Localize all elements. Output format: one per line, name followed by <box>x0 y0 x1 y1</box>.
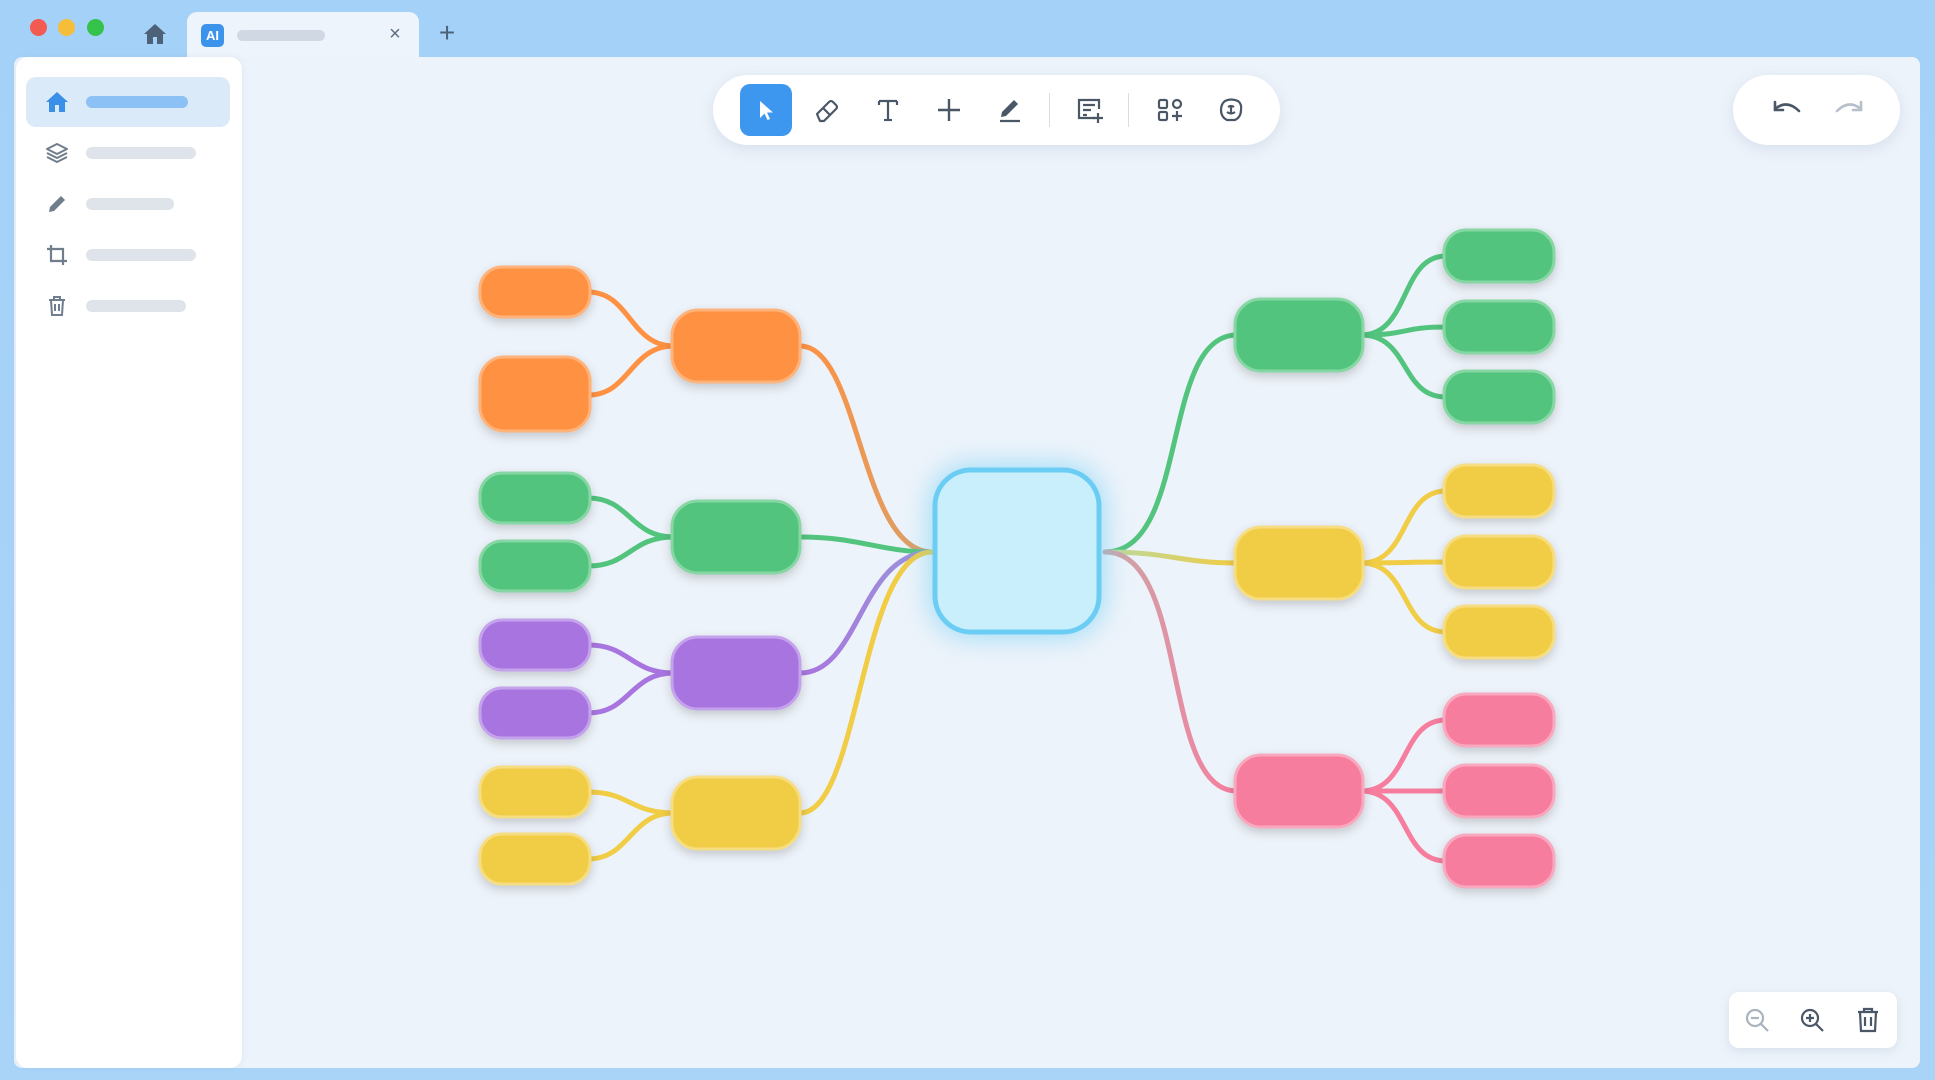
new-tab-button[interactable]: + <box>432 18 462 48</box>
app-window: AI × + <box>0 0 1935 1080</box>
note-tool-button[interactable] <box>1064 84 1116 136</box>
home-tab-button[interactable] <box>140 19 170 49</box>
text-icon <box>877 99 899 122</box>
redo-icon <box>1835 100 1863 113</box>
ai-brain-icon <box>1219 98 1243 122</box>
close-window-button[interactable] <box>30 19 47 36</box>
leaf-node-orange[interactable] <box>478 265 592 319</box>
sidebar-item-label <box>86 300 186 312</box>
branch-node-green[interactable] <box>1233 297 1365 373</box>
leaf-node-yellow[interactable] <box>1442 534 1556 590</box>
components-icon <box>1157 98 1183 122</box>
leaf-node-green[interactable] <box>478 539 592 593</box>
note-add-icon <box>1077 98 1103 123</box>
sidebar <box>16 57 242 1068</box>
toolbar-divider <box>1128 93 1129 127</box>
zoom-controls <box>1729 992 1897 1048</box>
leaf-node-yellow[interactable] <box>1442 604 1556 660</box>
maximize-window-button[interactable] <box>87 19 104 36</box>
sidebar-item-label <box>86 147 196 159</box>
home-icon <box>144 24 166 44</box>
branch-node-purple[interactable] <box>670 635 802 711</box>
leaf-node-green[interactable] <box>478 471 592 525</box>
sidebar-item-layers[interactable] <box>26 128 230 178</box>
history-controls <box>1733 75 1900 145</box>
trash-icon <box>44 293 70 319</box>
select-tool-button[interactable] <box>740 84 792 136</box>
minimize-window-button[interactable] <box>58 19 75 36</box>
leaf-node-green[interactable] <box>1442 228 1556 284</box>
branch-node-green[interactable] <box>670 499 802 575</box>
cursor-icon <box>760 101 773 120</box>
sidebar-item-label <box>86 198 174 210</box>
zoom-out-icon <box>1745 1008 1769 1032</box>
delete-button[interactable] <box>1852 1004 1884 1036</box>
leaf-node-yellow[interactable] <box>478 832 592 886</box>
toolbar-divider <box>1049 93 1050 127</box>
add-tool-button[interactable] <box>923 84 975 136</box>
home-icon <box>44 89 70 115</box>
branch-node-yellow[interactable] <box>1233 525 1365 601</box>
leaf-node-orange[interactable] <box>478 355 592 433</box>
trash-icon <box>1858 1007 1878 1033</box>
pen-tool-button[interactable] <box>984 84 1036 136</box>
zoom-in-icon <box>1800 1008 1824 1032</box>
central-node[interactable] <box>932 467 1102 635</box>
ai-badge-icon: AI <box>201 24 224 47</box>
tab-title <box>237 30 325 41</box>
zoom-out-button[interactable] <box>1741 1004 1773 1036</box>
layers-icon <box>44 140 70 166</box>
browser-tab[interactable]: AI × <box>187 12 419 58</box>
sidebar-item-trash[interactable] <box>26 281 230 331</box>
zoom-in-button[interactable] <box>1796 1004 1828 1036</box>
leaf-node-purple[interactable] <box>478 618 592 672</box>
components-tool-button[interactable] <box>1144 84 1196 136</box>
sidebar-item-label <box>86 96 188 108</box>
eraser-icon <box>815 99 839 123</box>
leaf-node-pink[interactable] <box>1442 833 1556 889</box>
text-tool-button[interactable] <box>862 84 914 136</box>
sidebar-item-crop[interactable] <box>26 230 230 280</box>
branch-node-pink[interactable] <box>1233 753 1365 829</box>
tab-close-button[interactable]: × <box>383 22 407 46</box>
branch-node-yellow[interactable] <box>670 775 802 851</box>
leaf-node-yellow[interactable] <box>1442 463 1556 519</box>
leaf-node-pink[interactable] <box>1442 692 1556 748</box>
plus-icon <box>938 99 960 121</box>
eraser-tool-button[interactable] <box>801 84 853 136</box>
leaf-node-pink[interactable] <box>1442 763 1556 819</box>
sidebar-item-home[interactable] <box>26 77 230 127</box>
pencil-icon <box>44 191 70 217</box>
undo-button[interactable] <box>1769 92 1805 128</box>
crop-icon <box>44 242 70 268</box>
leaf-node-purple[interactable] <box>478 686 592 740</box>
leaf-node-yellow[interactable] <box>478 765 592 819</box>
leaf-node-green[interactable] <box>1442 369 1556 425</box>
drawing-toolbar <box>713 75 1280 145</box>
leaf-node-green[interactable] <box>1442 299 1556 355</box>
ai-tool-button[interactable] <box>1205 84 1257 136</box>
sidebar-item-draw[interactable] <box>26 179 230 229</box>
undo-icon <box>1773 100 1801 113</box>
branch-node-orange[interactable] <box>670 308 802 384</box>
sidebar-item-label <box>86 249 196 261</box>
redo-button[interactable] <box>1831 92 1867 128</box>
pen-icon <box>1000 100 1020 123</box>
